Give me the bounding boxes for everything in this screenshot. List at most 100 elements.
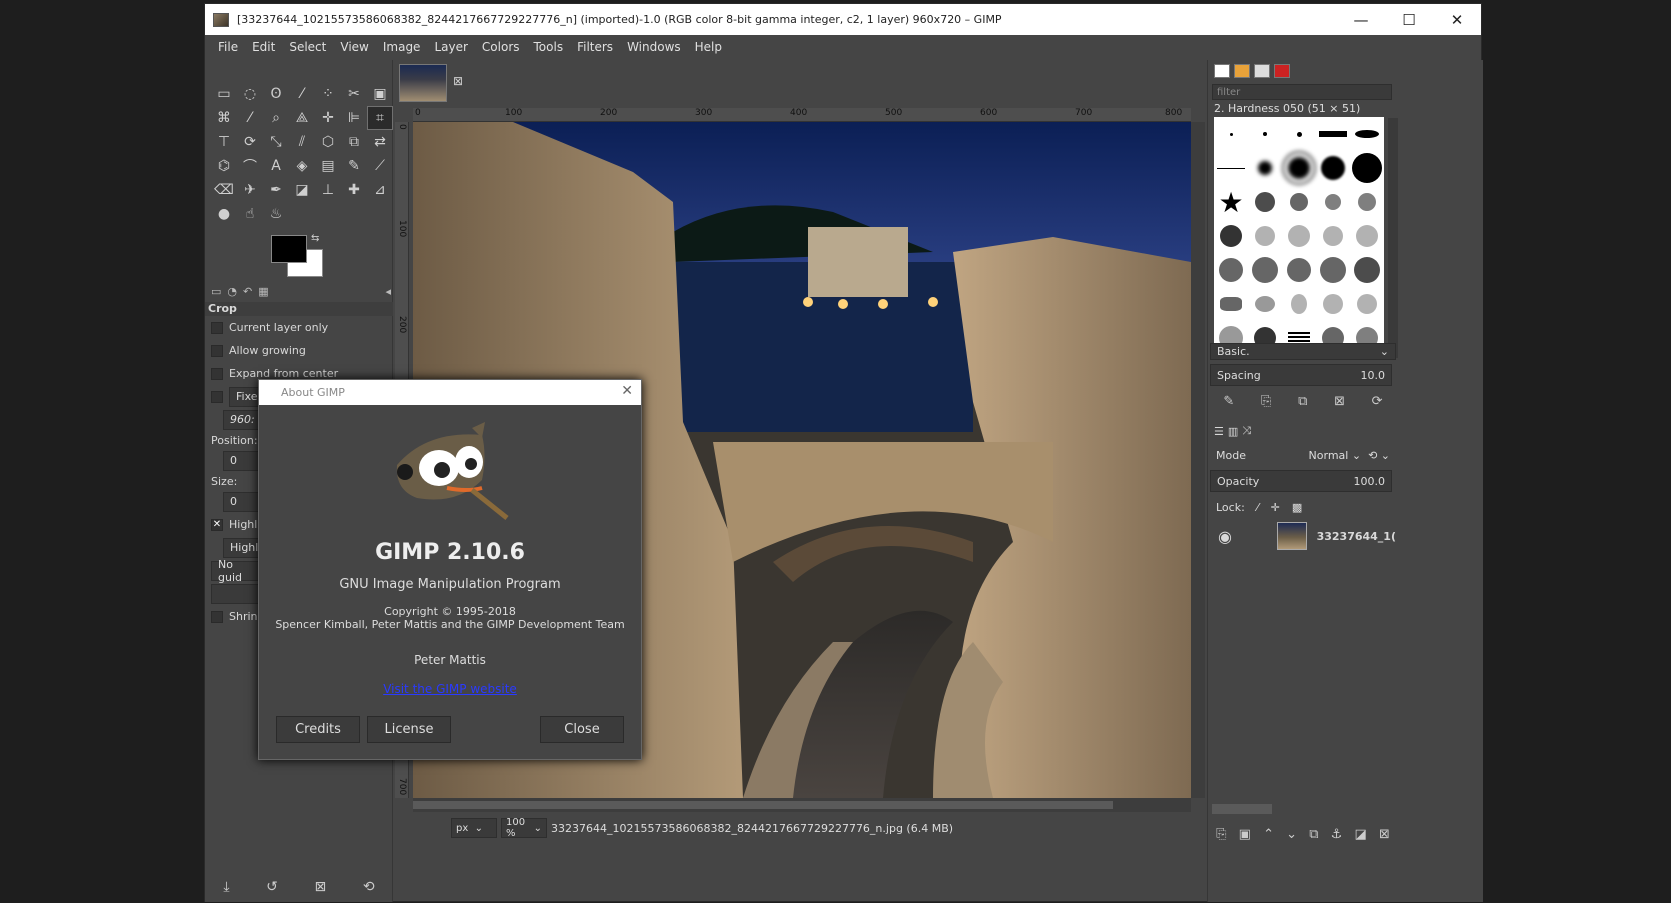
fonts-tab-icon[interactable]	[1254, 64, 1270, 78]
brush-item[interactable]	[1319, 131, 1347, 137]
position-x-field[interactable]: 0	[223, 450, 263, 471]
brush-item[interactable]	[1323, 294, 1343, 314]
new-layer-group-icon[interactable]: ▣	[1239, 827, 1251, 842]
new-brush-icon[interactable]: ⎘	[1261, 394, 1271, 409]
menu-file[interactable]: File	[211, 40, 245, 54]
configure-tab-icon[interactable]: ◂	[385, 285, 391, 298]
brush-item[interactable]	[1321, 156, 1345, 180]
brush-preset-dropdown[interactable]: Basic. ⌄	[1210, 343, 1396, 360]
maximize-button[interactable]: ☐	[1385, 4, 1433, 35]
gimp-website-link[interactable]: Visit the GIMP website	[259, 682, 641, 696]
airbrush-icon[interactable]: ✈	[237, 178, 263, 202]
brush-item[interactable]	[1320, 257, 1346, 283]
menu-windows[interactable]: Windows	[620, 40, 688, 54]
perspective-clone-icon[interactable]: ⊿	[367, 178, 393, 202]
bucket-fill-icon[interactable]: ◈	[289, 154, 315, 178]
scale-icon[interactable]: ⤡	[263, 130, 289, 154]
current-layer-only-checkbox[interactable]	[211, 321, 223, 334]
menu-colors[interactable]: Colors	[475, 40, 527, 54]
brush-item[interactable]	[1255, 192, 1275, 212]
menu-help[interactable]: Help	[688, 40, 729, 54]
brush-item[interactable]	[1296, 131, 1302, 137]
brush-item[interactable]	[1220, 225, 1242, 247]
cage-transform-icon[interactable]: ⌬	[211, 154, 237, 178]
horizontal-scrollbar[interactable]	[413, 798, 1191, 812]
paths-icon[interactable]: ⌘	[211, 106, 237, 130]
heal-icon[interactable]: ✚	[341, 178, 367, 202]
device-status-tab-icon[interactable]: ◔	[227, 285, 237, 298]
smudge-icon[interactable]: ☝	[237, 202, 263, 226]
new-layer-icon[interactable]: ⎘	[1216, 827, 1226, 842]
zoom-select[interactable]: 100 % ⌄	[501, 817, 547, 839]
brush-item-selected[interactable]	[1282, 151, 1316, 185]
brush-item[interactable]	[1352, 153, 1382, 183]
lock-position-icon[interactable]: ✛	[1271, 501, 1280, 514]
save-tool-preset-icon[interactable]: ⤓	[223, 879, 229, 895]
aspect-ratio-field[interactable]: 960:	[223, 409, 263, 430]
move-icon[interactable]: ✛	[315, 106, 341, 130]
brush-item[interactable]	[1358, 193, 1376, 211]
foreground-select-icon[interactable]: ▣	[367, 82, 393, 106]
unified-transform-icon[interactable]: ⊤	[211, 130, 237, 154]
measure-icon[interactable]: ⟁	[289, 106, 315, 130]
close-image-tab-icon[interactable]: ⊠	[453, 74, 463, 88]
images-tab-icon[interactable]: ▦	[258, 285, 268, 298]
blur-icon[interactable]: ●	[211, 202, 237, 226]
brush-item[interactable]	[1287, 258, 1311, 282]
brush-item[interactable]	[1255, 226, 1275, 246]
brush-grid[interactable]: ★	[1214, 117, 1384, 357]
tool-options-tab-icon[interactable]: ▭	[211, 285, 221, 298]
close-button[interactable]: Close	[540, 716, 624, 743]
duplicate-layer-icon[interactable]: ⧉	[1309, 827, 1318, 842]
paintbrush-icon[interactable]: ⟋	[367, 154, 393, 178]
pencil-icon[interactable]: ✎	[341, 154, 367, 178]
brush-item[interactable]	[1252, 257, 1278, 283]
size-width-field[interactable]: 0	[223, 491, 263, 512]
shear-icon[interactable]: ⫽	[289, 130, 315, 154]
text-icon[interactable]: A	[263, 154, 289, 178]
3d-transform-icon[interactable]: ⧉	[341, 130, 367, 154]
scroll-thumb[interactable]	[413, 801, 1113, 809]
brush-item[interactable]	[1288, 225, 1310, 247]
menu-view[interactable]: View	[333, 40, 375, 54]
brush-item[interactable]	[1291, 294, 1307, 314]
color-picker-icon[interactable]: ⁄	[237, 106, 263, 130]
minimize-button[interactable]: —	[1337, 4, 1385, 35]
brush-item[interactable]	[1354, 257, 1380, 283]
credits-button[interactable]: Credits	[276, 716, 360, 743]
layer-mask-icon[interactable]: ◪	[1354, 827, 1366, 842]
gradients-tab-icon[interactable]	[1274, 64, 1290, 78]
channels-tab-icon[interactable]: ▥	[1228, 425, 1238, 438]
current-layer-only-option[interactable]: Current layer only	[205, 316, 393, 339]
mypaint-brush-icon[interactable]: ◪	[289, 178, 315, 202]
guides-dropdown[interactable]: No guid	[211, 558, 261, 584]
ellipse-select-icon[interactable]: ◌	[237, 82, 263, 106]
undo-history-tab-icon[interactable]: ↶	[243, 285, 252, 298]
free-select-icon[interactable]: ʘ	[263, 82, 289, 106]
brush-filter-input[interactable]: filter	[1212, 84, 1392, 100]
brush-grid-scrollbar[interactable]	[1388, 118, 1398, 358]
menu-filters[interactable]: Filters	[570, 40, 620, 54]
brush-item[interactable]	[1290, 193, 1308, 211]
edit-brush-icon[interactable]: ✎	[1223, 394, 1234, 409]
spacing-field[interactable]: Spacing 10.0	[1210, 364, 1392, 386]
perspective-icon[interactable]: ⬡	[315, 130, 341, 154]
brush-item[interactable]	[1323, 226, 1343, 246]
reset-tool-options-icon[interactable]: ⟲	[363, 879, 375, 895]
rotate-icon[interactable]: ⟳	[237, 130, 263, 154]
warp-icon[interactable]: ⌒	[237, 154, 263, 178]
color-select-icon[interactable]: ⁘	[315, 82, 341, 106]
brush-item[interactable]	[1219, 258, 1243, 282]
highlight-checkbox[interactable]: ✕	[211, 518, 223, 531]
opacity-field[interactable]: Opacity 100.0	[1210, 470, 1392, 492]
flip-icon[interactable]: ⇄	[367, 130, 393, 154]
layers-tab-icon[interactable]: ☰	[1214, 425, 1224, 438]
brush-item[interactable]	[1229, 132, 1233, 136]
brush-item[interactable]	[1325, 194, 1341, 210]
empty-field[interactable]	[211, 583, 261, 604]
brush-item[interactable]	[1255, 296, 1275, 312]
menu-image[interactable]: Image	[376, 40, 428, 54]
layers-scrollbar[interactable]	[1212, 804, 1272, 814]
restore-tool-preset-icon[interactable]: ↺	[266, 879, 278, 895]
eye-icon[interactable]: ◉	[1218, 527, 1232, 546]
